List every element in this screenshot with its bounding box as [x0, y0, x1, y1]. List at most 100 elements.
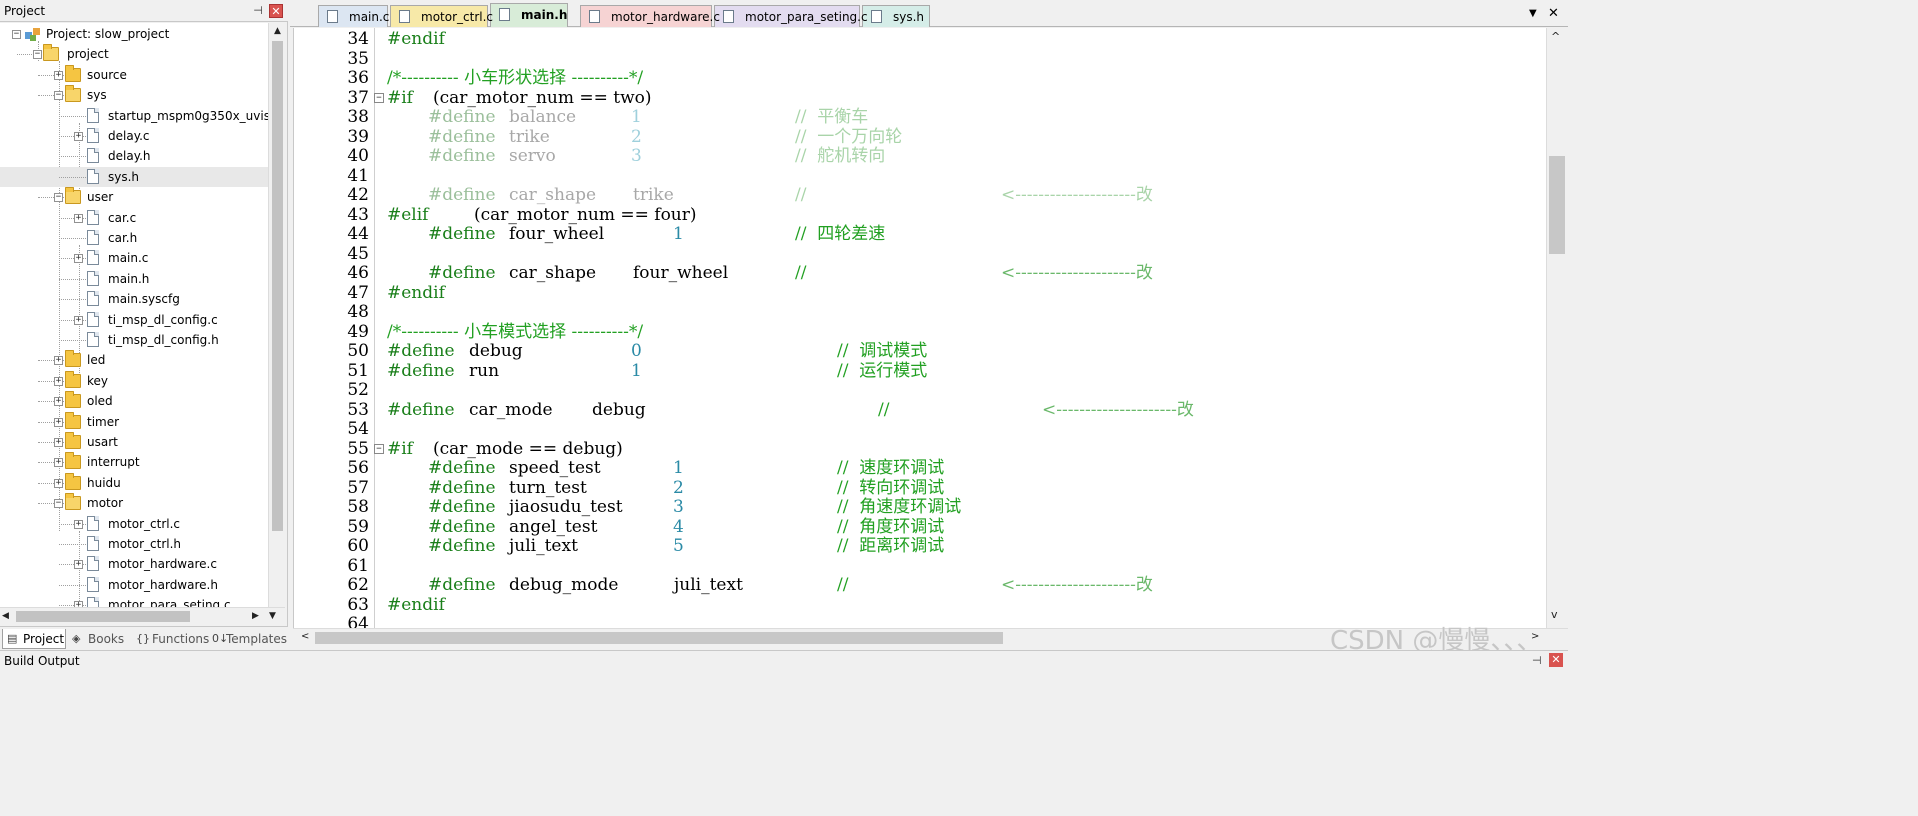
expand-icon[interactable]: +	[54, 376, 63, 386]
tree-file[interactable]: + car.c	[0, 208, 268, 228]
tree-file[interactable]: ti_msp_dl_config.h	[0, 330, 268, 350]
code-line[interactable]: 36 /*---------- 小车形状选择 ----------*/	[294, 68, 1546, 88]
code-line[interactable]: 57 #define turn_test 2 // 转向环调试	[294, 478, 1546, 498]
code-line[interactable]: 52	[294, 380, 1546, 400]
collapse-icon[interactable]: −	[54, 91, 63, 101]
code-line[interactable]: 59 #define angel_test 4 // 角度环调试	[294, 517, 1546, 537]
expand-icon[interactable]: +	[74, 254, 83, 264]
editor-vertical-scrollbar[interactable]: ^ v	[1546, 28, 1568, 628]
tab-motor-ctrl-c[interactable]: motor_ctrl.c	[390, 5, 493, 27]
tree-node[interactable]: − Project: slow_project	[0, 24, 268, 44]
tree-file[interactable]: + delay.c	[0, 126, 268, 146]
code-line[interactable]: 53 #define car_mode debug // <---------------…	[294, 400, 1546, 420]
code-line[interactable]: 37− #if (car_motor_num == two)	[294, 88, 1546, 108]
scroll-up-icon[interactable]: ▲	[269, 23, 286, 40]
code-line[interactable]: 42 #define car_shape trike // <--------------…	[294, 185, 1546, 205]
tree-file[interactable]: main.syscfg	[0, 289, 268, 309]
code-line[interactable]: 49 /*---------- 小车模式选择 ----------*/	[294, 322, 1546, 342]
close-icon[interactable]: ✕	[269, 4, 283, 18]
panel-tab-functions[interactable]: {} Functions	[132, 629, 209, 649]
scrollbar-thumb[interactable]	[272, 41, 283, 531]
code-line[interactable]: 58 #define jiaosudu_test 3 // 角速度环调试	[294, 497, 1546, 517]
panel-tab-books[interactable]: ◈ Books	[68, 629, 130, 649]
tree-file[interactable]: + motor_ctrl.c	[0, 514, 268, 534]
code-line[interactable]: 54	[294, 419, 1546, 439]
scroll-up-icon[interactable]: ^	[1551, 30, 1560, 43]
tab-sys-h[interactable]: sys.h	[862, 5, 930, 27]
code-editor[interactable]: 34 #endif 35 36/*---------- 小车形状选择 --------…	[293, 28, 1546, 628]
tree-folder[interactable]: − motor	[0, 493, 268, 513]
tree-folder[interactable]: + usart	[0, 432, 268, 452]
code-line[interactable]: 51 #define run 1 // 运行模式	[294, 361, 1546, 381]
code-line[interactable]: 46 #define car_shape four_wheel // <---------…	[294, 263, 1546, 283]
tree-node[interactable]: − project	[0, 44, 268, 64]
tree-file[interactable]: + ti_msp_dl_config.c	[0, 310, 268, 330]
code-line[interactable]: 35	[294, 49, 1546, 69]
scrollbar-thumb[interactable]	[315, 632, 1003, 644]
scroll-right-icon[interactable]: ▶	[252, 608, 266, 625]
collapse-icon[interactable]: −	[54, 193, 63, 203]
code-line[interactable]: 38 #define balance 1 // 平衡车	[294, 107, 1546, 127]
tree-folder[interactable]: + timer	[0, 411, 268, 432]
code-line[interactable]: 61	[294, 556, 1546, 576]
expand-icon[interactable]: +	[74, 213, 83, 223]
code-line[interactable]: 44 #define four_wheel 1 // 四轮差速	[294, 224, 1546, 244]
tree-file[interactable]: sys.h	[0, 166, 268, 187]
project-tree-horizontal-scrollbar[interactable]: ◀ ▶ ▼	[0, 607, 285, 624]
code-line[interactable]: 45	[294, 244, 1546, 264]
scroll-down-icon[interactable]: v	[1551, 608, 1558, 621]
scroll-left-icon[interactable]: <	[301, 631, 309, 642]
tree-folder[interactable]: − user	[0, 187, 268, 207]
tree-folder[interactable]: + oled	[0, 391, 268, 411]
code-line[interactable]: 50 #define debug 0 // 调试模式	[294, 341, 1546, 361]
code-line[interactable]: 41	[294, 166, 1546, 186]
close-icon[interactable]: ✕	[1549, 653, 1563, 667]
fold-toggle-icon[interactable]: −	[374, 92, 384, 103]
tree-file[interactable]: motor_ctrl.h	[0, 534, 268, 554]
code-line[interactable]: 63 #endif	[294, 595, 1546, 615]
code-line[interactable]: 60 #define juli_text 5 // 距离环调试	[294, 536, 1546, 556]
tree-file[interactable]: delay.h	[0, 146, 268, 166]
expand-icon[interactable]: +	[54, 356, 63, 366]
panel-tab-templates[interactable]: 0↓ Templates	[208, 629, 287, 649]
tab-motor-hardware-c[interactable]: motor_hardware.c	[580, 5, 720, 27]
code-line[interactable]: 43 #elif (car_motor_num == four)	[294, 205, 1546, 225]
expand-icon[interactable]: +	[74, 560, 83, 570]
scroll-down-icon[interactable]: ▼	[269, 608, 283, 625]
tree-folder[interactable]: + source	[0, 64, 268, 85]
expand-icon[interactable]: +	[54, 438, 63, 447]
tree-folder[interactable]: + interrupt	[0, 452, 268, 472]
pin-icon[interactable]: ⊣	[1532, 654, 1542, 667]
collapse-icon[interactable]: −	[33, 50, 42, 60]
code-line[interactable]: 56 #define speed_test 1 // 速度环调试	[294, 458, 1546, 478]
code-line[interactable]: 40 #define servo 3 // 舵机转向	[294, 146, 1546, 166]
tree-file[interactable]: startup_mspm0g350x_uvision	[0, 106, 268, 126]
close-tab-icon[interactable]: ✕	[1548, 6, 1559, 21]
tab-main-h[interactable]: main.h	[490, 3, 568, 27]
tab-main-c[interactable]: main.c	[318, 5, 389, 27]
expand-icon[interactable]: +	[54, 70, 63, 80]
expand-icon[interactable]: +	[74, 315, 83, 325]
tree-folder[interactable]: − sys	[0, 85, 268, 105]
tree-file[interactable]: + main.c	[0, 248, 268, 268]
tree-folder[interactable]: + led	[0, 350, 268, 370]
expand-icon[interactable]: +	[54, 458, 63, 468]
panel-tab-project[interactable]: ▤ Project	[2, 629, 66, 649]
tree-file[interactable]: main.h	[0, 269, 268, 289]
code-line[interactable]: 34 #endif	[294, 29, 1546, 49]
collapse-icon[interactable]: −	[54, 499, 63, 509]
code-line[interactable]: 47 #endif	[294, 283, 1546, 303]
expand-icon[interactable]: +	[74, 519, 83, 529]
fold-toggle-icon[interactable]: −	[374, 443, 384, 454]
scrollbar-thumb[interactable]	[1549, 156, 1565, 254]
code-line[interactable]: 55− #if (car_mode == debug)	[294, 439, 1546, 459]
scrollbar-thumb[interactable]	[16, 611, 190, 622]
expand-icon[interactable]: +	[54, 417, 63, 427]
tree-file[interactable]: car.h	[0, 228, 268, 248]
code-line[interactable]: 48	[294, 302, 1546, 322]
project-tree-vertical-scrollbar[interactable]: ▲	[268, 23, 285, 607]
expand-icon[interactable]: +	[54, 478, 63, 488]
tree-file[interactable]: + motor_para_seting.c	[0, 595, 268, 607]
code-line[interactable]: 39 #define trike 2 // 一个万向轮	[294, 127, 1546, 147]
code-line[interactable]: 62 #define debug_mode juli_text // <---------…	[294, 575, 1546, 595]
